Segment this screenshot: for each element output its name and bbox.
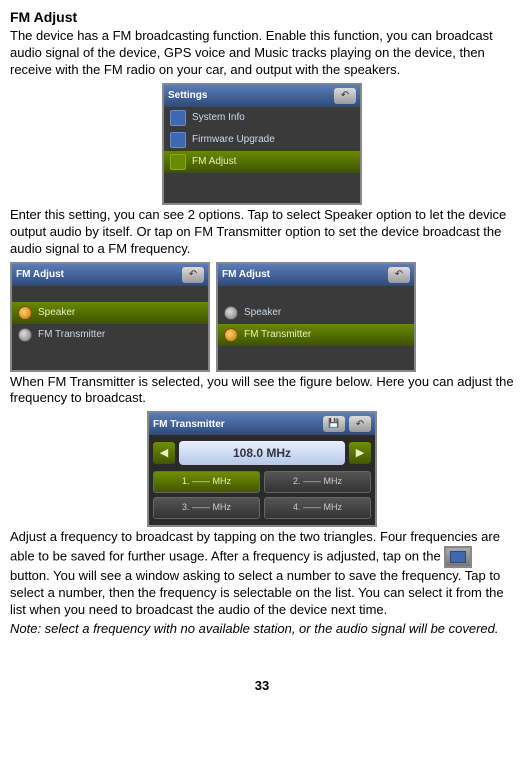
screenshot-fm-adjust-transmitter: FM Adjust ↶ Speaker FM Transmitter (216, 262, 416, 372)
settings-row-fm-adjust: FM Adjust (164, 151, 360, 173)
preset-grid: 1. —— MHz 2. —— MHz 3. —— MHz 4. —— MHz (149, 471, 375, 525)
option-fm-transmitter-selected: FM Transmitter (218, 324, 414, 346)
option-speaker: Speaker (218, 302, 414, 324)
option-label: FM Transmitter (244, 328, 311, 341)
screenshot-header: Settings ↶ (164, 85, 360, 107)
screenshot-settings: Settings ↶ System Info Firmware Upgrade … (162, 83, 362, 205)
preset-3: 3. —— MHz (153, 497, 260, 519)
screenshot-fm-transmitter: FM Transmitter 💾 ↶ ◀ 108.0 MHz ▶ 1. —— M… (147, 411, 377, 527)
note-text: Note: select a frequency with no availab… (10, 621, 514, 638)
tuner-row: ◀ 108.0 MHz ▶ (149, 435, 375, 471)
back-icon: ↶ (388, 267, 410, 283)
screenshot-title: FM Adjust (222, 268, 270, 281)
radio-off-icon (224, 306, 238, 320)
screenshot-title: FM Transmitter (153, 418, 225, 431)
paragraph-2: Enter this setting, you can see 2 option… (10, 207, 514, 258)
paragraph-4a: Adjust a frequency to broadcast by tappi… (10, 529, 500, 563)
radio-off-icon (18, 328, 32, 342)
info-icon (170, 110, 186, 126)
screenshot-header: FM Transmitter 💾 ↶ (149, 413, 375, 435)
option-fm-transmitter: FM Transmitter (12, 324, 208, 346)
preset-2: 2. —— MHz (264, 471, 371, 493)
save-icon: 💾 (323, 416, 345, 432)
option-speaker-selected: Speaker (12, 302, 208, 324)
option-label: Speaker (38, 306, 75, 319)
option-label: Speaker (244, 306, 281, 319)
back-icon: ↶ (349, 416, 371, 432)
header-icons: 💾 ↶ (323, 416, 371, 432)
screenshot-title: Settings (168, 89, 207, 102)
screenshot-title: FM Adjust (16, 268, 64, 281)
frequency-display: 108.0 MHz (179, 441, 345, 465)
screenshot-header: FM Adjust ↶ (12, 264, 208, 286)
freq-down-icon: ◀ (153, 442, 175, 464)
freq-up-icon: ▶ (349, 442, 371, 464)
row-label: System Info (192, 111, 245, 124)
preset-4: 4. —— MHz (264, 497, 371, 519)
paragraph-3: When FM Transmitter is selected, you wil… (10, 374, 514, 408)
settings-row-system-info: System Info (164, 107, 360, 129)
paragraph-4b: button. You will see a window asking to … (10, 568, 504, 617)
settings-row-firmware: Firmware Upgrade (164, 129, 360, 151)
fm-icon (170, 154, 186, 170)
row-label: Firmware Upgrade (192, 133, 275, 146)
section-heading: FM Adjust (10, 8, 514, 26)
screenshot-fm-adjust-speaker: FM Adjust ↶ Speaker FM Transmitter (10, 262, 210, 372)
paragraph-1: The device has a FM broadcasting functio… (10, 28, 514, 79)
back-icon: ↶ (182, 267, 204, 283)
row-label: FM Adjust (192, 155, 236, 168)
radio-on-icon (18, 306, 32, 320)
page-number: 33 (10, 678, 514, 695)
screenshot-pair: FM Adjust ↶ Speaker FM Transmitter FM Ad… (10, 260, 514, 374)
screenshot-header: FM Adjust ↶ (218, 264, 414, 286)
save-button-icon (444, 546, 472, 568)
radio-on-icon (224, 328, 238, 342)
option-label: FM Transmitter (38, 328, 105, 341)
firmware-icon (170, 132, 186, 148)
back-icon: ↶ (334, 88, 356, 104)
paragraph-4: Adjust a frequency to broadcast by tappi… (10, 529, 514, 619)
preset-1: 1. —— MHz (153, 471, 260, 493)
